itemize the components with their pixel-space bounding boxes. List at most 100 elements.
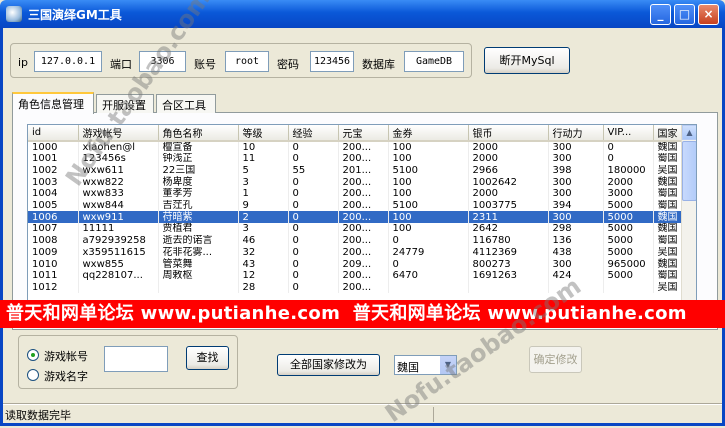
table-cell: 0: [288, 188, 339, 200]
table-cell: 5000: [603, 246, 654, 259]
search-button[interactable]: 查找: [186, 346, 229, 370]
column-header[interactable]: 角色名称: [158, 125, 239, 142]
table-cell: 2: [238, 211, 289, 224]
chevron-down-icon[interactable]: ▼: [439, 356, 456, 374]
column-header[interactable]: 行动力: [548, 125, 604, 142]
table-row[interactable]: 1010 wxw855 管菜舞 43 0 209... 0 800273 300 965000 魏国: [28, 258, 684, 270]
tab-server-settings[interactable]: 开服设置: [96, 94, 154, 113]
column-header[interactable]: id: [28, 125, 79, 142]
table-cell: 10: [238, 141, 289, 153]
table-row[interactable]: 1012 28 0 200... 吴国: [28, 281, 684, 294]
table-cell: 11: [238, 153, 289, 165]
table-row[interactable]: 1002 wxw611 22三国 5 55 201... 5100 2966 398 180000…: [28, 164, 684, 177]
table-cell: 苻暗紫: [158, 211, 239, 224]
radio-game-name[interactable]: [27, 369, 39, 381]
table-cell: 1003: [28, 176, 79, 189]
change-all-country-button[interactable]: 全部国家修改为: [277, 354, 380, 376]
column-header[interactable]: 等级: [238, 125, 289, 142]
tab-character-info[interactable]: 角色信息管理: [12, 92, 94, 114]
table-row[interactable]: 1011 qq228107... 周敕枢 12 0 200... 6470 1691263 42…: [28, 269, 684, 282]
column-header[interactable]: 金券: [388, 125, 469, 142]
table-cell: 200...: [338, 281, 389, 294]
table-row[interactable]: 1005 wxw844 吉茳孔 9 0 200... 5100 1003775 394 5000 蜀…: [28, 199, 684, 212]
table-cell: 209...: [338, 258, 389, 270]
table-cell: 蜀国: [653, 188, 684, 200]
table-cell: 6470: [388, 269, 469, 282]
table-cell: 魏国: [653, 258, 684, 270]
table-cell: 花非花雾...: [158, 246, 239, 259]
table-row[interactable]: 1004 wxw833 董孝芳 1 0 200... 100 2000 300 3000 蜀国: [28, 188, 684, 200]
port-field[interactable]: 3306: [139, 51, 186, 72]
table-cell: 魏国: [653, 223, 684, 235]
table-cell: 吉茳孔: [158, 199, 239, 212]
table-cell: 1009: [28, 246, 79, 259]
table-cell: 200...: [338, 199, 389, 212]
password-field[interactable]: 123456: [310, 51, 354, 72]
table-cell: 2000: [468, 153, 549, 165]
table-cell: a792939258: [78, 234, 159, 247]
column-header[interactable]: 国家: [653, 125, 684, 142]
table-row[interactable]: 1008 a792939258 逝去的诺言 46 0 200... 0 116780 136 50…: [28, 234, 684, 247]
column-header[interactable]: VIP...: [603, 125, 654, 142]
vertical-scrollbar[interactable]: ▲: [681, 125, 696, 326]
table-cell: 1012: [28, 281, 79, 294]
table-cell: 200...: [338, 153, 389, 165]
country-select[interactable]: 魏国 ▼: [394, 355, 457, 375]
table-header: id 游戏帐号 角色名称 等级 经验 元宝 金券 银币 行动力 VIP... 国家: [28, 125, 684, 142]
search-input[interactable]: [104, 346, 168, 372]
table-cell: 管菜舞: [158, 258, 239, 270]
tab-merge-tool[interactable]: 合区工具: [156, 94, 216, 113]
radio-game-account[interactable]: [27, 349, 39, 361]
table-row[interactable]: 1006 wxw911 苻暗紫 2 0 200... 100 2311 300 5000 魏国: [28, 211, 684, 224]
table-row[interactable]: 1003 wxw822 杨卑度 3 0 200... 100 1002642 300 2000 魏国: [28, 176, 684, 189]
table-cell: 12: [238, 269, 289, 282]
table-cell: 300: [548, 176, 604, 189]
table-cell: 2642: [468, 223, 549, 235]
ip-label: ip: [18, 56, 29, 69]
table-cell: 300: [548, 211, 604, 224]
port-label: 端口: [110, 58, 132, 71]
table-cell: [158, 281, 239, 294]
table-cell: 100: [388, 223, 469, 235]
close-button[interactable]: ×: [698, 4, 719, 25]
user-field[interactable]: root: [225, 51, 269, 72]
table-cell: 吴国: [653, 246, 684, 259]
scroll-thumb[interactable]: [682, 141, 696, 201]
table-cell: 1010: [28, 258, 79, 270]
banner-text-1: 普天和网单论坛 www.putianhe.com: [6, 303, 341, 324]
table-row[interactable]: 1007 11111 贾植君 3 0 200... 100 2642 298 5000 魏国: [28, 223, 684, 235]
table-cell: 杨卑度: [158, 176, 239, 189]
table-cell: 逝去的诺言: [158, 234, 239, 247]
column-header[interactable]: 经验: [288, 125, 339, 142]
column-header[interactable]: 银币: [468, 125, 549, 142]
table-cell: [548, 281, 604, 294]
table-row[interactable]: 1001 123456s 钟浅芷 11 0 200... 100 2000 300 0 蜀国: [28, 153, 684, 165]
table-cell: 2311: [468, 211, 549, 224]
status-text: 读取数据完毕: [5, 409, 71, 422]
table-cell: 0: [388, 234, 469, 247]
character-table[interactable]: id 游戏帐号 角色名称 等级 经验 元宝 金券 银币 行动力 VIP... 国家 1000 xiao…: [27, 124, 697, 327]
maximize-button[interactable]: □: [674, 4, 695, 25]
table-cell: 0: [288, 199, 339, 212]
table-cell: 200...: [338, 223, 389, 235]
scroll-up-icon[interactable]: ▲: [682, 125, 696, 140]
confirm-change-button[interactable]: 确定修改: [529, 346, 582, 373]
table-cell: 2000: [468, 188, 549, 200]
table-cell: 300: [548, 258, 604, 270]
disconnect-mysql-button[interactable]: 断开MySql: [484, 47, 570, 74]
table-cell: 2000: [468, 141, 549, 153]
database-field[interactable]: GameDB: [404, 51, 464, 72]
table-cell: 55: [288, 164, 339, 177]
table-cell: 0: [288, 234, 339, 247]
column-header[interactable]: 游戏帐号: [78, 125, 159, 142]
ip-field[interactable]: 127.0.0.1: [34, 51, 102, 72]
table-row[interactable]: 1009 x359511615 花非花雾... 32 0 200... 24779 41123…: [28, 246, 684, 259]
column-header[interactable]: 元宝: [338, 125, 389, 142]
table-cell: 0: [288, 176, 339, 189]
table-cell: 5: [238, 164, 289, 177]
minimize-button[interactable]: _: [650, 4, 671, 25]
table-row[interactable]: 1000 xiaohen@l 檀宣备 10 0 200... 100 2000 300 0 魏国: [28, 141, 684, 153]
table-cell: wxw611: [78, 164, 159, 177]
table-cell: 董孝芳: [158, 188, 239, 200]
table-cell: 0: [288, 223, 339, 235]
